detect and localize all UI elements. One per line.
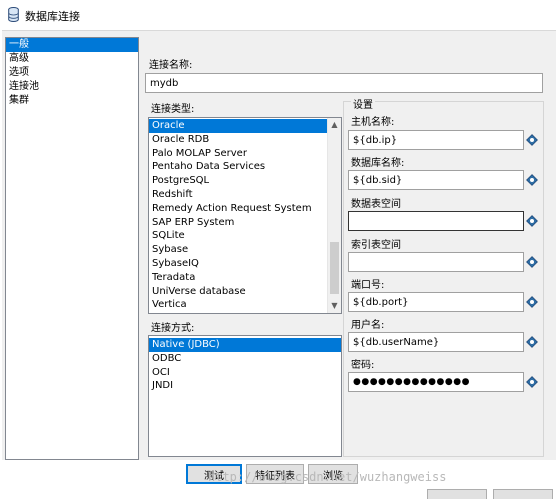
variable-diamond-icon[interactable] xyxy=(526,174,538,186)
host-input[interactable]: ${db.ip} xyxy=(348,130,524,150)
database-name-input[interactable]: ${db.sid} xyxy=(348,170,524,190)
access-method-label: 连接方式: xyxy=(151,323,195,334)
list-item[interactable]: SAP ERP System xyxy=(149,216,328,230)
cropped-button[interactable] xyxy=(493,489,553,499)
list-item[interactable]: ODBC xyxy=(149,352,341,366)
password-input[interactable]: ●●●●●●●●●●●●●● xyxy=(348,372,524,392)
list-item[interactable]: PostgreSQL xyxy=(149,174,328,188)
nav-item-advanced[interactable]: 高级 xyxy=(6,52,138,66)
variable-diamond-icon[interactable] xyxy=(526,336,538,348)
connection-type-list[interactable]: Oracle Oracle RDB Palo MOLAP Server Pent… xyxy=(148,117,342,314)
nav-item-pooling[interactable]: 连接池 xyxy=(6,80,138,94)
list-item[interactable]: OCI xyxy=(149,366,341,380)
watermark-text: http://blog.csdn.net/wuzhangweiss xyxy=(208,470,447,484)
list-item[interactable]: Native (JDBC) xyxy=(149,338,341,352)
scroll-down-icon[interactable]: ▼ xyxy=(328,299,341,313)
list-item[interactable]: Teradata xyxy=(149,271,328,285)
scroll-thumb[interactable] xyxy=(330,242,339,294)
list-item[interactable]: SybaseIQ xyxy=(149,257,328,271)
nav-item-general[interactable]: 一般 xyxy=(6,38,138,52)
username-input[interactable]: ${db.userName} xyxy=(348,332,524,352)
database-name-label: 数据库名称: xyxy=(351,158,405,169)
nav-item-clustering[interactable]: 集群 xyxy=(6,94,138,108)
password-label: 密码: xyxy=(351,360,375,371)
list-item[interactable]: Oracle RDB xyxy=(149,133,328,147)
list-item[interactable]: JNDI xyxy=(149,379,341,393)
port-input[interactable]: ${db.port} xyxy=(348,292,524,312)
list-item[interactable]: Remedy Action Request System xyxy=(149,202,328,216)
list-item[interactable]: Sybase xyxy=(149,243,328,257)
nav-item-options[interactable]: 选项 xyxy=(6,66,138,80)
index-tablespace-input[interactable] xyxy=(348,252,524,272)
connection-type-label: 连接类型: xyxy=(151,104,195,115)
access-method-list[interactable]: Native (JDBC) ODBC OCI JNDI xyxy=(148,335,342,457)
scroll-up-icon[interactable]: ▲ xyxy=(328,118,341,132)
list-item[interactable]: UniVerse database xyxy=(149,285,328,299)
data-tablespace-input[interactable] xyxy=(348,211,524,231)
variable-diamond-icon[interactable] xyxy=(526,215,538,227)
port-label: 端口号: xyxy=(351,280,385,291)
title-bar: 数据库连接 xyxy=(0,0,558,30)
variable-diamond-icon[interactable] xyxy=(526,296,538,308)
data-tablespace-label: 数据表空间 xyxy=(351,199,401,210)
database-icon xyxy=(8,7,19,22)
variable-diamond-icon[interactable] xyxy=(526,256,538,268)
connection-name-label: 连接名称: xyxy=(149,60,193,71)
list-item[interactable]: Palo MOLAP Server xyxy=(149,147,328,161)
list-item[interactable]: Pentaho Data Services xyxy=(149,160,328,174)
category-list[interactable]: 一般 高级 选项 连接池 集群 xyxy=(5,37,139,460)
list-item[interactable]: Redshift xyxy=(149,188,328,202)
settings-group-title: 设置 xyxy=(351,96,375,111)
window-title: 数据库连接 xyxy=(25,10,80,23)
list-item[interactable]: Vertica xyxy=(149,298,328,312)
variable-diamond-icon[interactable] xyxy=(526,134,538,146)
index-tablespace-label: 索引表空间 xyxy=(351,240,401,251)
connection-name-input[interactable]: mydb xyxy=(145,73,543,93)
username-label: 用户名: xyxy=(351,320,385,331)
list-item[interactable]: Oracle xyxy=(149,119,328,133)
variable-diamond-icon[interactable] xyxy=(526,376,538,388)
connection-type-scrollbar[interactable]: ▲ ▼ xyxy=(327,118,341,313)
list-item[interactable]: SQLite xyxy=(149,229,328,243)
cropped-button[interactable] xyxy=(427,489,487,499)
host-label: 主机名称: xyxy=(351,117,395,128)
